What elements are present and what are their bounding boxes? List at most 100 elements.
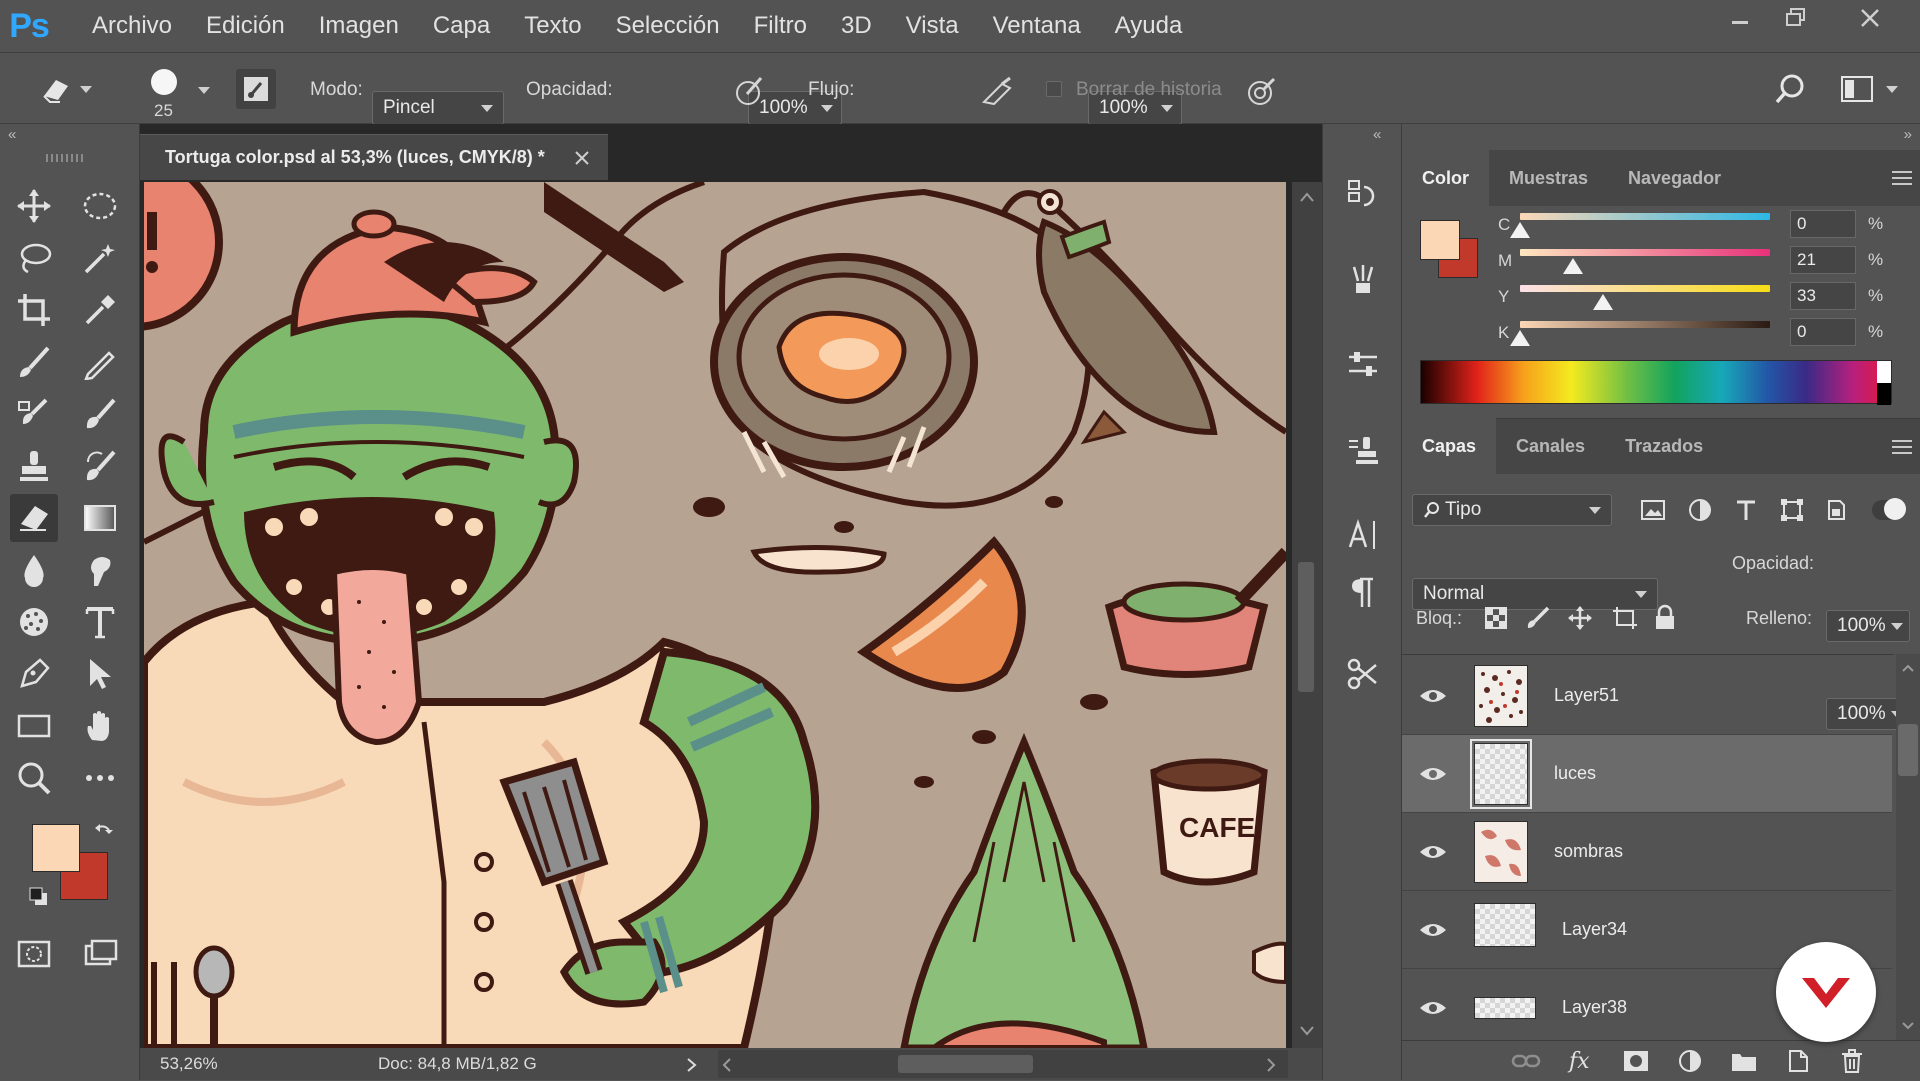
magenta-input[interactable]: 21	[1790, 246, 1856, 274]
tab-color[interactable]: Color	[1402, 150, 1489, 206]
eraser-tool[interactable]	[10, 494, 58, 542]
crop-tool[interactable]	[10, 286, 58, 334]
tab-navegador[interactable]: Navegador	[1608, 150, 1741, 206]
menu-capa[interactable]: Capa	[416, 0, 507, 52]
layer-opacity-input[interactable]: 100%	[1826, 610, 1910, 642]
pen-tool[interactable]	[10, 650, 58, 698]
hand-tool[interactable]	[76, 702, 124, 750]
black-slider[interactable]	[1520, 321, 1770, 328]
gradient-tool[interactable]	[76, 494, 124, 542]
tab-capas[interactable]: Capas	[1402, 418, 1497, 474]
brush-presets-button[interactable]	[1337, 254, 1389, 302]
panel-menu-icon[interactable]	[1892, 170, 1912, 186]
layers-scrollbar[interactable]	[1896, 654, 1920, 1040]
layer-style-button[interactable]: fx	[1562, 1041, 1602, 1081]
sponge-tool[interactable]	[10, 598, 58, 646]
character-panel-button[interactable]	[1337, 510, 1389, 558]
lock-transparent-pixels-icon[interactable]	[1484, 606, 1508, 630]
mode-select[interactable]: Pincel	[372, 91, 504, 125]
stamp-tool[interactable]	[10, 442, 58, 490]
minimize-button[interactable]	[1712, 0, 1768, 36]
horizontal-scrollbar[interactable]	[718, 1050, 1288, 1078]
type-tool[interactable]	[76, 598, 124, 646]
screen-mode-button[interactable]	[76, 930, 124, 978]
erase-history-checkbox[interactable]	[1046, 81, 1062, 97]
layer-row[interactable]: Layer51	[1402, 657, 1892, 735]
new-group-button[interactable]	[1724, 1041, 1764, 1081]
menu-texto[interactable]: Texto	[507, 0, 598, 52]
filter-adjustment-icon[interactable]	[1688, 498, 1712, 522]
lock-image-pixels-icon[interactable]	[1526, 606, 1550, 630]
menu-ayuda[interactable]: Ayuda	[1098, 0, 1200, 52]
document-tab[interactable]: Tortuga color.psd al 53,3% (luces, CMYK/…	[140, 134, 608, 180]
scroll-up-icon[interactable]	[1300, 192, 1314, 202]
panel-menu-icon[interactable]	[1892, 439, 1912, 455]
lock-artboard-icon[interactable]	[1612, 606, 1638, 630]
magenta-slider-thumb[interactable]	[1562, 258, 1583, 274]
search-button[interactable]	[1770, 69, 1810, 109]
lock-all-icon[interactable]	[1654, 604, 1676, 630]
quick-mask-button[interactable]	[10, 930, 58, 978]
layer-row[interactable]: sombras	[1402, 813, 1892, 891]
menu-edicion[interactable]: Edición	[189, 0, 302, 52]
color-spectrum[interactable]	[1420, 360, 1892, 405]
rectangle-tool[interactable]	[10, 702, 58, 750]
menu-vista[interactable]: Vista	[889, 0, 976, 52]
magenta-slider[interactable]	[1520, 249, 1770, 256]
filter-shape-icon[interactable]	[1780, 498, 1804, 522]
airbrush-button[interactable]	[978, 71, 1018, 111]
close-button[interactable]	[1842, 0, 1898, 36]
menu-3d[interactable]: 3D	[824, 0, 889, 52]
more-tools-button[interactable]	[76, 754, 124, 802]
new-layer-button[interactable]	[1778, 1041, 1818, 1081]
pressure-opacity-button[interactable]	[730, 71, 770, 111]
spectrum-black[interactable]	[1877, 383, 1891, 405]
scroll-down-icon[interactable]	[1902, 1022, 1914, 1030]
tool-preset-picker[interactable]	[38, 71, 104, 107]
pencil-tool[interactable]	[76, 338, 124, 386]
vertical-scroll-thumb[interactable]	[1298, 562, 1314, 692]
new-adjustment-button[interactable]	[1670, 1041, 1710, 1081]
layer-filter-select[interactable]: Tipo	[1412, 494, 1612, 526]
delete-layer-button[interactable]	[1832, 1041, 1872, 1081]
clone-source-button[interactable]	[1337, 426, 1389, 474]
filter-pixel-icon[interactable]	[1640, 498, 1666, 522]
filter-type-icon[interactable]	[1734, 498, 1758, 522]
filter-smart-object-icon[interactable]	[1824, 498, 1848, 522]
workspace-switcher[interactable]	[1840, 69, 1904, 109]
link-layers-button[interactable]	[1506, 1041, 1546, 1081]
eyedropper-tool[interactable]	[76, 286, 124, 334]
status-menu-arrow-icon[interactable]	[686, 1057, 698, 1073]
black-input[interactable]: 0	[1790, 318, 1856, 346]
restore-button[interactable]	[1768, 0, 1824, 36]
move-tool[interactable]	[10, 182, 58, 230]
zoom-level[interactable]: 53,26%	[160, 1054, 218, 1074]
foreground-color-swatch[interactable]	[32, 824, 80, 872]
yellow-slider[interactable]	[1520, 285, 1770, 292]
scroll-left-icon[interactable]	[722, 1058, 732, 1072]
yellow-slider-thumb[interactable]	[1592, 294, 1613, 310]
brush-tool[interactable]	[10, 338, 58, 386]
menu-seleccion[interactable]: Selección	[599, 0, 737, 52]
smudge-tool[interactable]	[76, 546, 124, 594]
tool-presets-button[interactable]	[1337, 650, 1389, 698]
visibility-eye-icon[interactable]	[1418, 686, 1448, 706]
filter-toggle[interactable]	[1872, 498, 1906, 520]
menu-ventana[interactable]: Ventana	[976, 0, 1098, 52]
color-panel-foreground[interactable]	[1420, 220, 1460, 260]
close-tab-icon[interactable]	[574, 150, 590, 166]
visibility-eye-icon[interactable]	[1418, 764, 1448, 784]
add-mask-button[interactable]	[1616, 1041, 1656, 1081]
mixer-brush-tool[interactable]	[76, 390, 124, 438]
history-brush-tool[interactable]	[76, 442, 124, 490]
swap-colors-icon[interactable]	[92, 820, 114, 842]
expand-panels-icon[interactable]: «	[1373, 126, 1381, 143]
spectrum-white[interactable]	[1877, 361, 1891, 383]
collapse-panels-icon[interactable]: »	[1904, 126, 1912, 143]
tab-trazados[interactable]: Trazados	[1605, 418, 1723, 474]
tab-canales[interactable]: Canales	[1496, 418, 1605, 474]
zoom-tool[interactable]	[10, 754, 58, 802]
menu-imagen[interactable]: Imagen	[302, 0, 416, 52]
adjustments-button[interactable]	[1337, 340, 1389, 388]
layers-scroll-thumb[interactable]	[1898, 724, 1918, 776]
